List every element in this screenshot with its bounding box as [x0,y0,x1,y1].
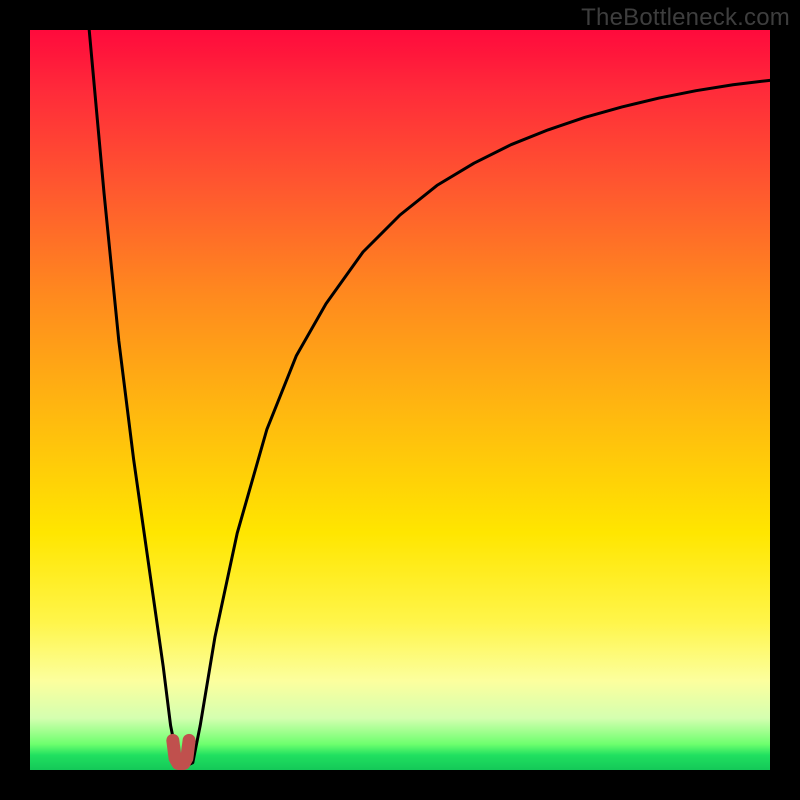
highlight-segment [173,740,189,764]
plot-svg [30,30,770,770]
bottleneck-curve [89,30,770,766]
watermark-text: TheBottleneck.com [581,4,790,32]
chart-frame: TheBottleneck.com [0,0,800,800]
plot-area [30,30,770,770]
